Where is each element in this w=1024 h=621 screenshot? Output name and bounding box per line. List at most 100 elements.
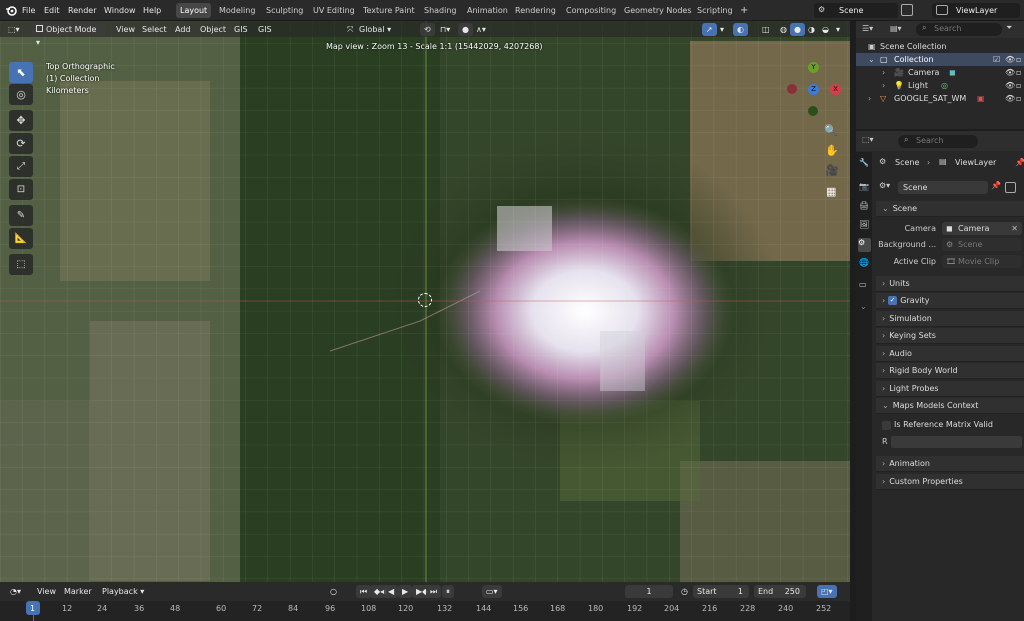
current-frame-field[interactable]: 1 [625,585,673,598]
render-camera-icon[interactable]: ▫ [1016,79,1021,92]
camera-view-icon[interactable]: 🎥 [825,164,839,177]
render-camera-icon[interactable]: ▫ [1016,53,1021,66]
tab-shading[interactable]: Shading [420,3,461,18]
active-clip-field[interactable]: 🎞 Movie Clip [942,255,1022,268]
visibility-dropdown-icon[interactable]: ▾ [716,23,728,36]
solid-shading-icon[interactable]: ● [790,23,805,36]
outliner-search-input[interactable]: ⌕ Search [916,23,1002,36]
3d-viewport[interactable] [0,21,850,582]
image-data-icon[interactable]: ▣ [977,92,985,105]
r-matrix-field[interactable] [891,436,1022,448]
outliner-filter-icon[interactable]: ⏷ [1006,23,1012,33]
menu-render[interactable]: Render [68,0,96,21]
gizmo-z-axis[interactable]: Z [808,84,819,95]
editor-type-icon[interactable]: ⬚▾ [4,23,24,36]
auto-key-icon[interactable]: ○ [326,585,341,598]
expand-chevron-icon[interactable]: ⌄ [868,53,875,66]
panel-custom-properties[interactable]: › Custom Properties [876,474,1024,490]
play-reverse-icon[interactable]: ◀ [384,585,399,598]
render-camera-icon[interactable]: ▫ [1016,66,1021,79]
tab-geometry-nodes[interactable]: Geometry Nodes [620,3,695,18]
gizmo-y-axis[interactable]: Y [808,62,819,73]
collection-tab-icon[interactable]: ▭ [859,280,867,289]
material-shading-icon[interactable]: ◑ [804,23,819,36]
tab-sculpting[interactable]: Sculpting [262,3,307,18]
render-tab-icon[interactable]: 📷 [859,182,869,191]
blender-logo-icon[interactable] [5,4,18,17]
visibility-eye-icon[interactable]: 👁 [1005,92,1015,105]
select-visibility-icon[interactable]: ➚ [702,23,717,36]
world-tab-icon[interactable]: 🌐 [859,258,869,267]
outliner-filter-mode-icon[interactable]: ▤▾ [890,24,902,33]
navigation-gizmo[interactable]: Y Z X [784,60,844,120]
menu-object[interactable]: Object [196,23,230,36]
render-camera-icon[interactable]: ▫ [1016,92,1021,105]
add-cube-tool[interactable]: ⬚ [9,254,33,275]
menu-gis[interactable]: GIS [230,23,252,36]
scene-datablock-icon[interactable]: ⚙▾ [879,181,890,190]
camera-field[interactable]: ◼ Camera ✕ [942,222,1022,235]
menu-window[interactable]: Window [104,0,136,21]
panel-maps-models-context[interactable]: ⌄ Maps Models Context [876,398,1024,414]
jump-end-icon[interactable]: ⏭ [426,585,442,598]
play-icon[interactable]: ▶ [398,585,413,598]
rendered-shading-icon[interactable]: ◒ [818,23,833,36]
menu-view[interactable]: View [112,23,139,36]
timeline-menu-playback[interactable]: Playback ▾ [98,585,148,598]
panel-gravity[interactable]: › ✓ Gravity [876,293,1024,309]
outliner-row-camera[interactable]: › 🎥 Camera ◼ 👁 ▫ [856,66,1024,79]
outliner-row-collection[interactable]: ⌄ ▢ Collection ☑ 👁 ▫ [856,53,1024,66]
tab-modeling[interactable]: Modeling [215,3,259,18]
expand-chevron-icon[interactable]: › [868,92,871,105]
menu-select[interactable]: Select [138,23,171,36]
menu-add[interactable]: Add [171,23,195,36]
jump-start-icon[interactable]: ⏮ [356,585,372,598]
view-layer-selector[interactable]: ViewLayer [932,3,1020,18]
properties-editor-icon[interactable]: ⬚▾ [862,135,874,144]
scene-tab-icon[interactable]: ⚙ [858,238,871,252]
panel-units[interactable]: › Units [876,276,1024,292]
tab-animation[interactable]: Animation [463,3,512,18]
new-scene-datablock-icon[interactable] [1005,182,1016,193]
pan-hand-icon[interactable]: ✋ [825,144,839,157]
view-layer-tab-icon[interactable]: 🖼 [859,220,869,229]
tab-layout[interactable]: Layout [176,3,212,18]
ortho-grid-icon[interactable]: ▦ [826,185,836,198]
gizmo-toggle-icon[interactable]: ◐ [733,23,748,36]
3d-cursor-icon[interactable] [418,293,432,307]
fake-user-icon[interactable]: 📌 [991,181,1001,190]
gravity-checkbox-icon[interactable]: ✓ [888,296,898,305]
visibility-eye-icon[interactable]: 👁 [1005,79,1015,92]
rotate-tool[interactable]: ⟳ [9,133,33,154]
gizmo-neg-y[interactable] [808,106,818,116]
menu-help[interactable]: Help [143,0,161,21]
add-workspace-button[interactable]: + [736,3,752,18]
tab-rendering[interactable]: Rendering [511,3,560,18]
scene-selector[interactable]: ⚙ Scene [814,3,898,18]
reference-matrix-checkbox[interactable] [882,421,891,430]
new-scene-icon[interactable] [901,4,913,16]
panel-keying-sets[interactable]: › Keying Sets [876,328,1024,344]
keying-icon[interactable]: ⏸ [442,585,454,598]
tab-compositing[interactable]: Compositing [562,3,620,18]
move-tool[interactable]: ✥ [9,110,33,131]
transform-tool[interactable]: ⊡ [9,179,33,200]
start-frame-field[interactable]: Start 1 [693,585,749,598]
tabs-more-icon[interactable]: ⌄ [860,302,867,311]
tab-uv-editing[interactable]: UV Editing [309,3,359,18]
wireframe-shading-icon[interactable]: ◍ [776,23,791,36]
output-tab-icon[interactable]: 🖨 [859,201,869,210]
timeline-menu-view[interactable]: View [33,585,60,598]
panel-light-probes[interactable]: › Light Probes [876,381,1024,397]
select-box-tool[interactable]: ⬉ [9,62,33,83]
tab-texture-paint[interactable]: Texture Paint [359,3,419,18]
falloff-icon[interactable]: ∧▾ [472,23,490,36]
panel-animation[interactable]: › Animation [876,456,1024,472]
object-mode-dropdown[interactable]: Object Mode ▾ [32,23,106,47]
annotate-tool[interactable]: ✎ [9,205,33,226]
panel-simulation[interactable]: › Simulation [876,311,1024,327]
camera-data-icon[interactable]: ◼ [949,66,956,79]
cursor-tool[interactable]: ◎ [9,84,33,105]
panel-audio[interactable]: › Audio [876,346,1024,362]
tool-tab-icon[interactable]: 🔧 [859,158,869,167]
